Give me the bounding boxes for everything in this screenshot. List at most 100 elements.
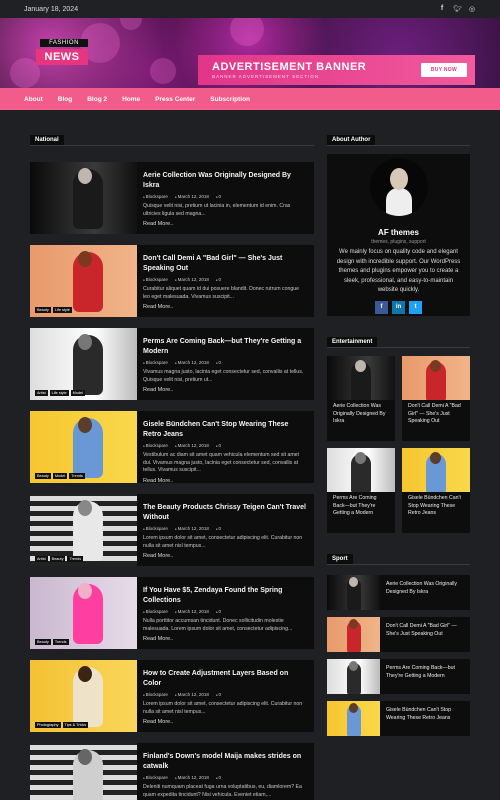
twitter-icon[interactable]: t [409, 300, 422, 314]
facebook-icon[interactable]: f [438, 5, 446, 13]
sport-item[interactable]: Aerie Collection Was Originally Designed… [327, 575, 470, 610]
linkedin-icon[interactable]: in [392, 300, 405, 314]
entertainment-item[interactable]: Perms Are Coming Back—but They're Gettin… [327, 448, 395, 533]
post-thumbnail[interactable]: Artist Life style Model [30, 328, 137, 400]
post-author[interactable]: Blockspare [143, 443, 168, 448]
post-title[interactable]: If You Have $5, Zendaya Found the Spring… [143, 586, 306, 605]
sport-thumbnail[interactable] [327, 701, 380, 736]
post-thumbnail[interactable]: Beauty Trends [30, 577, 137, 649]
post-author[interactable]: Blockspare [143, 609, 168, 614]
nav-item-blog[interactable]: Blog [58, 96, 72, 103]
post-title[interactable]: How to Create Adjustment Layers Based on… [143, 669, 306, 688]
post-tag[interactable]: Model [52, 473, 68, 479]
post-author[interactable]: Blockspare [143, 692, 168, 697]
post-tag[interactable]: Life style [49, 390, 69, 396]
post-thumbnail[interactable] [30, 162, 137, 234]
sport-item[interactable]: Perms Are Coming Back—but They're Gettin… [327, 659, 470, 694]
post-tag[interactable]: Photography [35, 722, 61, 728]
post-title[interactable]: Finland's Down's model Maija makes strid… [143, 752, 306, 771]
read-more-link[interactable]: Read More.. [143, 553, 306, 559]
post-thumbnail[interactable]: Beauty Model Trends [30, 411, 137, 483]
sport-item[interactable]: Don't Call Demi A "Bad Girl" — She's Jus… [327, 617, 470, 652]
post-author[interactable]: Blockspare [143, 526, 168, 531]
post-comment-count[interactable]: 0 [216, 194, 222, 199]
post-date: March 12, 2018 [175, 692, 209, 697]
author-name[interactable]: AF themes [327, 228, 470, 237]
entertainment-item[interactable]: Don't Call Demi A "Bad Girl" — She's Jus… [402, 356, 470, 441]
post-tag[interactable]: Beauty [35, 639, 51, 645]
sport-thumbnail[interactable] [327, 617, 380, 652]
post-author[interactable]: Blockspare [143, 360, 168, 365]
entertainment-thumbnail[interactable] [327, 448, 395, 492]
current-date: January 18, 2024 [24, 5, 79, 13]
read-more-link[interactable]: Read More.. [143, 221, 306, 227]
sport-item[interactable]: Gisele Bündchen Can't Stop Wearing These… [327, 701, 470, 736]
read-more-link[interactable]: Read More.. [143, 387, 306, 393]
nav-item-press-center[interactable]: Press Center [155, 96, 195, 103]
advertisement-banner[interactable]: ADVERTISEMENT BANNER BANNER ADVERTISEMEN… [198, 55, 475, 85]
nav-item-subscription[interactable]: Subscription [210, 96, 250, 103]
post-tag[interactable]: Beauty [35, 473, 51, 479]
post-author[interactable]: Blockspare [143, 775, 168, 780]
post-tag[interactable]: Model [70, 390, 85, 396]
post-author[interactable]: Blockspare [143, 194, 168, 199]
nav-item-home[interactable]: Home [122, 96, 140, 103]
entertainment-thumbnail[interactable] [402, 448, 470, 492]
sport-thumbnail[interactable] [327, 575, 380, 610]
entertainment-title[interactable]: Aerie Collection Was Originally Designed… [327, 400, 395, 429]
post-tag[interactable]: Artist [35, 390, 48, 396]
sport-title[interactable]: Aerie Collection Was Originally Designed… [380, 575, 470, 610]
post-tag[interactable]: Tips & Tricks [62, 722, 89, 728]
read-more-link[interactable]: Read More.. [143, 719, 306, 725]
post-title[interactable]: Gisele Bündchen Can't Stop Wearing These… [143, 420, 306, 439]
sport-title[interactable]: Perms Are Coming Back—but They're Gettin… [380, 659, 470, 694]
read-more-link[interactable]: Read More.. [143, 478, 306, 484]
entertainment-title[interactable]: Don't Call Demi A "Bad Girl" — She's Jus… [402, 400, 470, 429]
nav-item-about[interactable]: About [24, 96, 43, 103]
nav-item-blog-2[interactable]: Blog 2 [87, 96, 107, 103]
sport-title[interactable]: Gisele Bündchen Can't Stop Wearing These… [380, 701, 470, 736]
twitter-icon[interactable]: 🐦︎ [453, 5, 462, 13]
post-tag[interactable]: Trends [67, 556, 84, 562]
post-tag[interactable]: Life style [52, 307, 72, 313]
facebook-icon[interactable]: f [375, 300, 388, 314]
post-comment-count[interactable]: 0 [216, 775, 222, 780]
post-thumbnail[interactable]: Artist Beauty Trends [30, 494, 137, 566]
post-comment-count[interactable]: 0 [216, 692, 222, 697]
post-title[interactable]: The Beauty Products Chrissy Teigen Can't… [143, 503, 306, 522]
post-title[interactable]: Aerie Collection Was Originally Designed… [143, 171, 306, 190]
entertainment-item[interactable]: Aerie Collection Was Originally Designed… [327, 356, 395, 441]
post-tag[interactable]: Beauty [49, 556, 66, 562]
post-thumbnail[interactable]: Beauty Life style [30, 245, 137, 317]
entertainment-title[interactable]: Gisele Bündchen Can't Stop Wearing These… [402, 492, 470, 521]
read-more-link[interactable]: Read More.. [143, 636, 306, 642]
post-comment-count[interactable]: 0 [216, 526, 222, 531]
entertainment-thumbnail[interactable] [327, 356, 395, 400]
entertainment-item[interactable]: Gisele Bündchen Can't Stop Wearing These… [402, 448, 470, 533]
sport-title[interactable]: Don't Call Demi A "Bad Girl" — She's Jus… [380, 617, 470, 652]
post-comment-count[interactable]: 0 [216, 443, 222, 448]
post-thumbnail[interactable]: Photography Tips & Tricks [30, 660, 137, 732]
post-comment-count[interactable]: 0 [216, 360, 222, 365]
post-excerpt: Vestibulum ac diam sit amet quam vehicul… [143, 452, 299, 473]
post-comment-count[interactable]: 0 [216, 277, 222, 282]
entertainment-thumbnail[interactable] [402, 356, 470, 400]
post-tag[interactable]: Artist [35, 556, 48, 562]
instagram-icon[interactable]: ◎ [468, 5, 476, 13]
post-title[interactable]: Don't Call Demi A "Bad Girl" — She's Jus… [143, 254, 306, 273]
read-more-link[interactable]: Read More.. [143, 304, 306, 310]
post-date: March 12, 2018 [175, 194, 209, 199]
post-tag[interactable]: Trends [69, 473, 85, 479]
post-comment-count[interactable]: 0 [216, 609, 222, 614]
post-tag[interactable]: Trends [52, 639, 69, 645]
post-title[interactable]: Perms Are Coming Back—but They're Gettin… [143, 337, 306, 356]
post-tag[interactable]: Beauty [35, 307, 51, 313]
post-card: Beauty Trends If You Have $5, Zendaya Fou… [30, 577, 314, 649]
sport-thumbnail[interactable] [327, 659, 380, 694]
site-logo[interactable]: FASHION NEWS [36, 39, 92, 69]
entertainment-title[interactable]: Perms Are Coming Back—but They're Gettin… [327, 492, 395, 521]
ad-buy-now-button[interactable]: BUY NOW [420, 63, 467, 77]
post-date: March 12, 2018 [175, 443, 209, 448]
post-author[interactable]: Blockspare [143, 277, 168, 282]
post-thumbnail[interactable]: ModelRamp [30, 743, 137, 800]
